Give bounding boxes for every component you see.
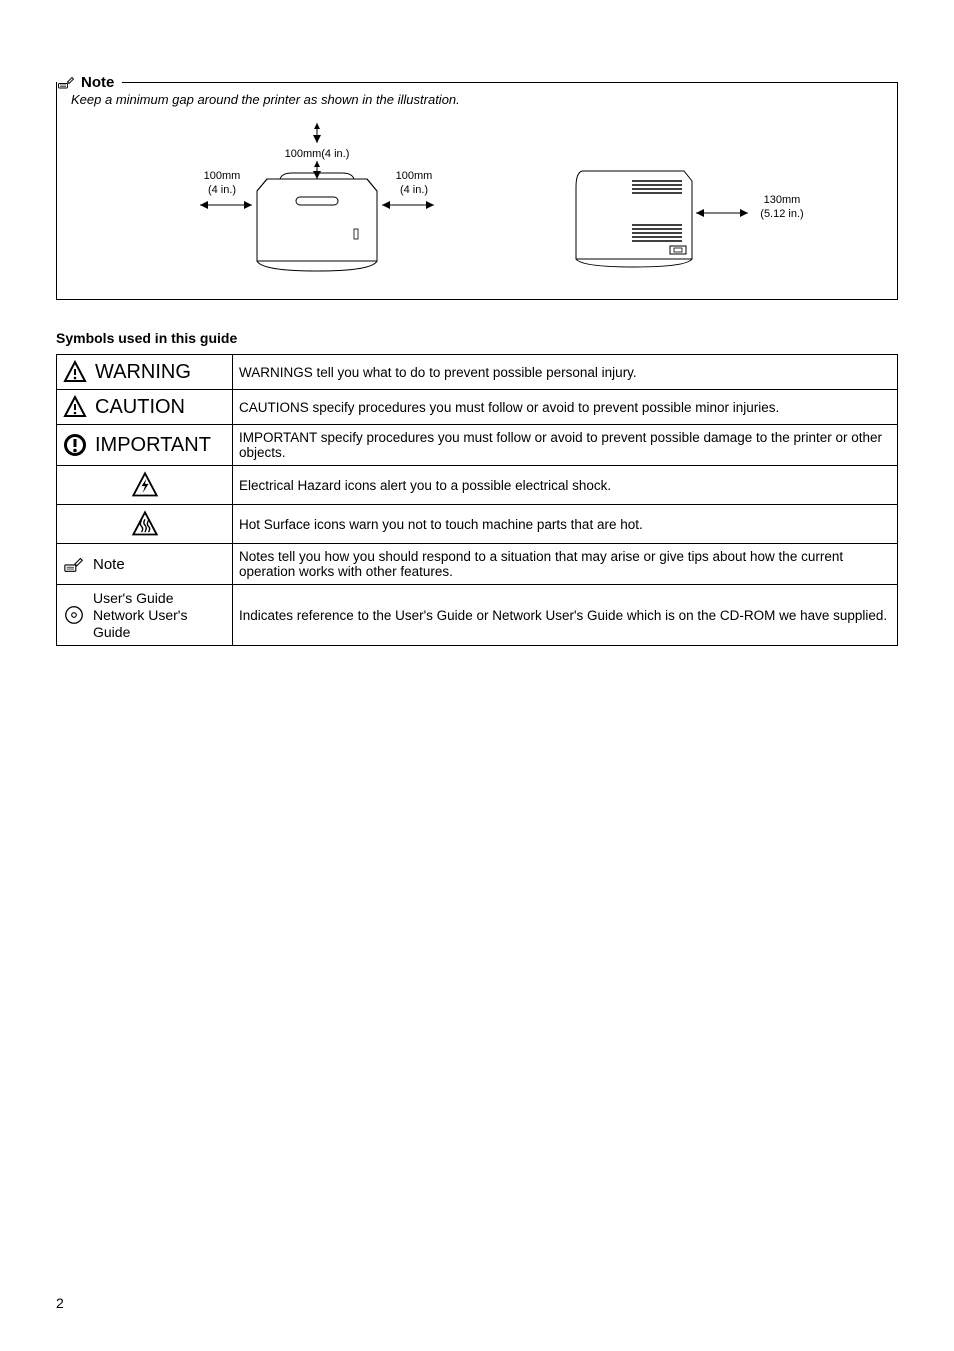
note-body-text: Keep a minimum gap around the printer as… bbox=[71, 92, 887, 107]
guide-label-1: User's Guide bbox=[93, 590, 187, 607]
warning-triangle-icon bbox=[63, 360, 87, 384]
caution-label: CAUTION bbox=[95, 396, 185, 419]
note-row-label: Note bbox=[93, 556, 125, 573]
table-row: Electrical Hazard icons alert you to a p… bbox=[57, 466, 898, 505]
dim-left-in: (4 in.) bbox=[208, 184, 236, 196]
table-row: CAUTION CAUTIONS specify procedures you … bbox=[57, 390, 898, 425]
table-row: WARNING WARNINGS tell you what to do to … bbox=[57, 355, 898, 390]
note-callout-box: Note Keep a minimum gap around the print… bbox=[56, 82, 898, 300]
table-row: Note Notes tell you how you should respo… bbox=[57, 544, 898, 585]
electrical-hazard-icon bbox=[131, 471, 159, 499]
hot-surface-icon bbox=[131, 510, 159, 538]
important-circle-icon bbox=[63, 433, 87, 457]
table-row: User's Guide Network User's Guide Indica… bbox=[57, 585, 898, 646]
dim-back-mm: 130mm bbox=[764, 194, 801, 206]
warning-desc: WARNINGS tell you what to do to prevent … bbox=[233, 355, 898, 390]
caution-desc: CAUTIONS specify procedures you must fol… bbox=[233, 390, 898, 425]
warning-label: WARNING bbox=[95, 361, 191, 384]
printer-side-clearance-diagram: 130mm (5.12 in.) bbox=[562, 151, 822, 281]
dim-right-in: (4 in.) bbox=[400, 184, 428, 196]
symbols-table: WARNING WARNINGS tell you what to do to … bbox=[56, 354, 898, 646]
guide-label-stack: User's Guide Network User's Guide bbox=[93, 590, 187, 640]
table-row: Hot Surface icons warn you not to touch … bbox=[57, 505, 898, 544]
cd-rom-icon bbox=[63, 604, 85, 626]
printer-front-clearance-diagram: 100mm(4 in.) 100mm (4 in.) 100mm (4 in.) bbox=[132, 121, 502, 281]
dim-back-in: (5.12 in.) bbox=[760, 208, 803, 220]
note-pencil-icon bbox=[63, 553, 85, 575]
note-pencil-icon bbox=[57, 73, 75, 91]
electrical-desc: Electrical Hazard icons alert you to a p… bbox=[233, 466, 898, 505]
note-desc: Notes tell you how you should respond to… bbox=[233, 544, 898, 585]
table-row: IMPORTANT IMPORTANT specify procedures y… bbox=[57, 425, 898, 466]
guide-label-3: Guide bbox=[93, 624, 187, 641]
dim-left-mm: 100mm bbox=[204, 170, 241, 182]
note-title: Note bbox=[81, 74, 114, 91]
note-header: Note bbox=[56, 70, 898, 94]
symbols-heading: Symbols used in this guide bbox=[56, 330, 898, 346]
hot-desc: Hot Surface icons warn you not to touch … bbox=[233, 505, 898, 544]
important-label: IMPORTANT bbox=[95, 434, 211, 457]
guide-desc: Indicates reference to the User's Guide … bbox=[233, 585, 898, 646]
dim-right-mm: 100mm bbox=[396, 170, 433, 182]
important-desc: IMPORTANT specify procedures you must fo… bbox=[233, 425, 898, 466]
guide-label-2: Network User's bbox=[93, 607, 187, 624]
clearance-illustration: 100mm(4 in.) 100mm (4 in.) 100mm (4 in.) bbox=[67, 121, 887, 281]
dim-top: 100mm(4 in.) bbox=[285, 148, 350, 160]
caution-triangle-icon bbox=[63, 395, 87, 419]
page-number: 2 bbox=[56, 1295, 64, 1311]
